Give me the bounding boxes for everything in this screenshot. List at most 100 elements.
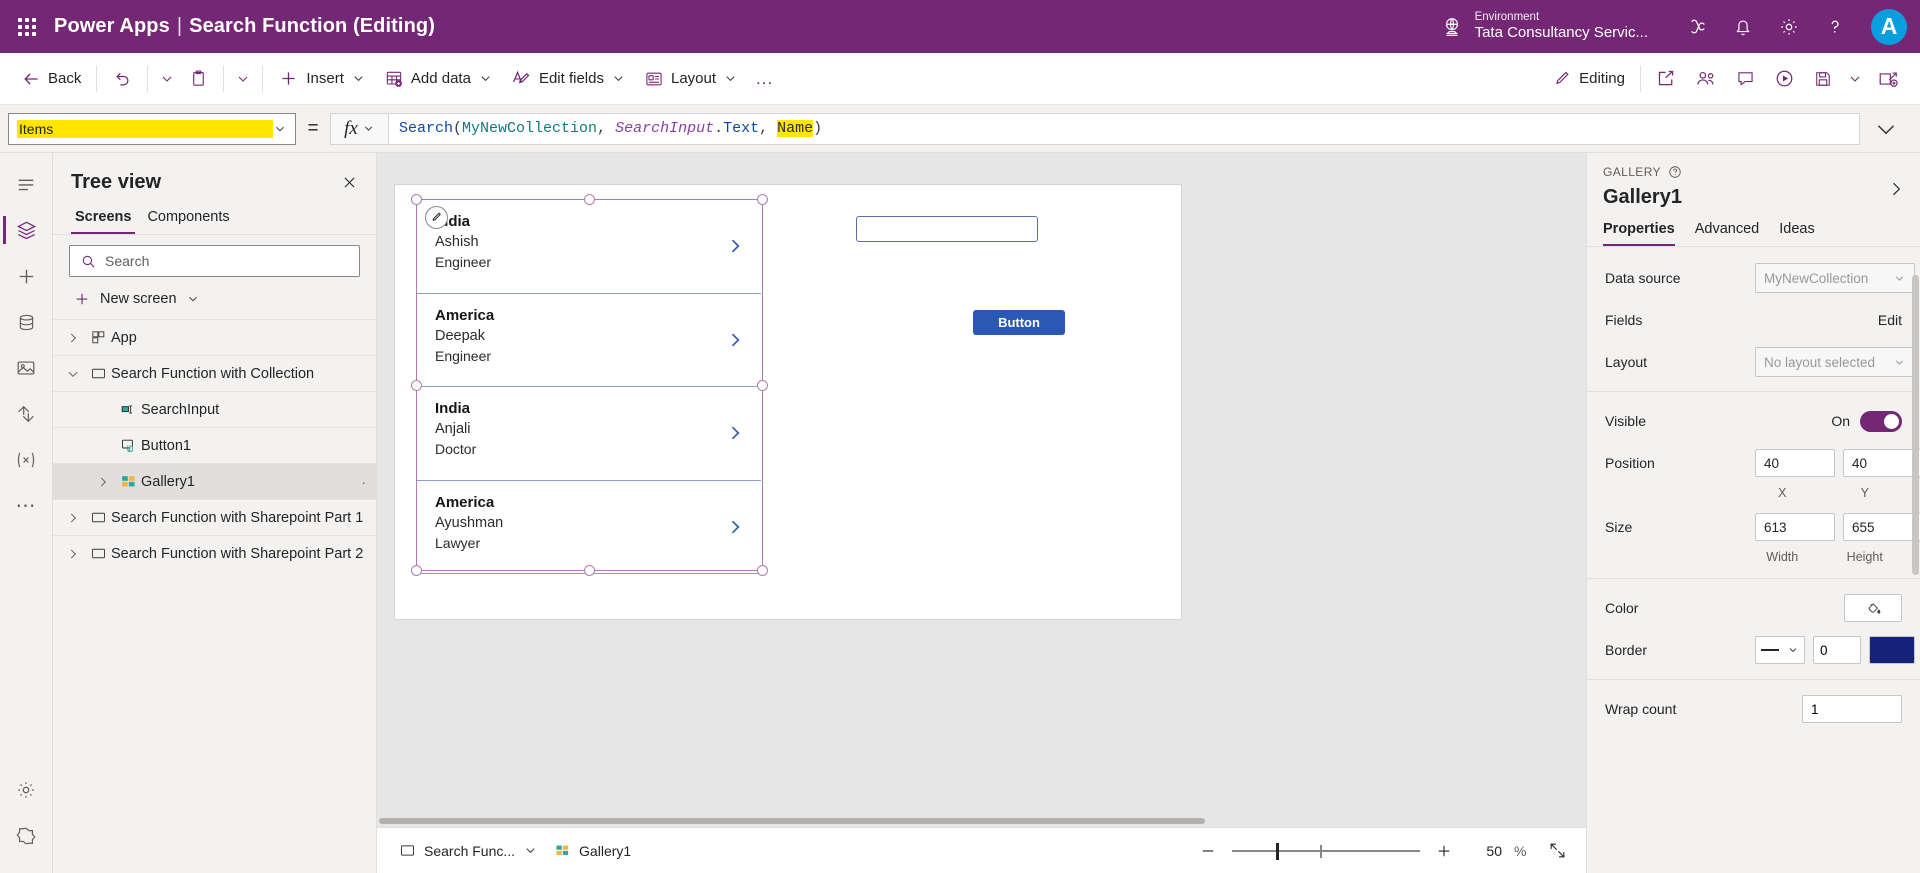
resize-handle-bottom-center[interactable] (584, 565, 595, 576)
chevron-right-icon[interactable] (725, 330, 745, 355)
help-circle-icon[interactable] (1668, 165, 1682, 179)
editing-mode-button[interactable]: Editing (1543, 61, 1634, 97)
gallery-row[interactable]: India Anjali Doctor (417, 387, 761, 481)
preview-play-button[interactable] (1765, 61, 1804, 97)
insert-button[interactable]: Insert (269, 61, 375, 97)
chevron-right-icon[interactable] (725, 517, 745, 542)
color-picker-button[interactable] (1844, 594, 1902, 622)
position-y-input[interactable]: 40 (1843, 449, 1920, 477)
resize-handle-top-left[interactable] (411, 194, 422, 205)
settings-gear-icon[interactable] (1766, 0, 1812, 53)
more-commands-button[interactable]: ... (747, 61, 782, 97)
tree-item-searchinput[interactable]: SearchInput (53, 391, 376, 427)
border-style-dropdown[interactable] (1755, 636, 1805, 664)
tree-item-overflow-icon[interactable]: · (361, 474, 366, 490)
add-data-button[interactable]: Add data (375, 61, 502, 97)
help-question-icon[interactable] (1812, 0, 1858, 53)
tab-components[interactable]: Components (143, 203, 233, 234)
status-control-breadcrumb[interactable]: Gallery1 (546, 837, 639, 864)
tree-item-search-function-with-collection[interactable]: Search Function with Collection (53, 355, 376, 391)
tab-properties[interactable]: Properties (1603, 221, 1675, 246)
border-color-swatch[interactable] (1869, 636, 1915, 664)
edit-pencil-icon[interactable] (425, 206, 448, 229)
data-source-dropdown[interactable]: MyNewCollection (1755, 263, 1915, 293)
canvas-scroll-thumb[interactable] (379, 818, 1205, 824)
comments-button[interactable] (1726, 61, 1765, 97)
app-launcher-icon[interactable] (0, 17, 54, 36)
zoom-slider[interactable] (1232, 841, 1420, 861)
layout-dropdown[interactable]: No layout selected (1755, 347, 1915, 377)
tree-item-search-function-with-sharepoint-part-1[interactable]: Search Function with Sharepoint Part 1 (53, 499, 376, 535)
properties-collapse-chevron-right-icon[interactable] (1884, 177, 1908, 201)
gallery-row[interactable]: India Ashish Engineer (417, 200, 761, 294)
publish-button[interactable] (1868, 61, 1908, 97)
gallery-row[interactable]: America Ayushman Lawyer (417, 481, 761, 574)
gallery-control[interactable]: India Ashish Engineer America Deepak Engineer… (411, 194, 768, 576)
tree-item-app[interactable]: App (53, 319, 376, 355)
zoom-in-button[interactable] (1432, 839, 1456, 863)
paste-chevron-down-icon[interactable] (230, 61, 256, 97)
variables-x-icon[interactable] (3, 437, 49, 483)
resize-handle-middle-left[interactable] (411, 380, 422, 391)
tab-advanced[interactable]: Advanced (1695, 221, 1760, 246)
canvas-button-control[interactable]: Button (973, 310, 1065, 335)
insert-plus-icon[interactable] (3, 253, 49, 299)
gallery-row[interactable]: America Deepak Engineer (417, 294, 761, 387)
border-thickness-input[interactable]: 0 (1813, 636, 1861, 664)
properties-scrollbar[interactable] (1912, 275, 1919, 795)
properties-scroll-thumb[interactable] (1912, 275, 1919, 575)
size-width-input[interactable]: 613 (1755, 513, 1835, 541)
chevron-right-icon[interactable] (61, 547, 85, 561)
canvas-horizontal-scrollbar[interactable] (377, 815, 1586, 827)
search-input[interactable]: Search (69, 245, 360, 277)
chevron-down-icon[interactable] (61, 367, 85, 381)
tree-item-search-function-with-sharepoint-part-2[interactable]: Search Function with Sharepoint Part 2 (53, 535, 376, 571)
fit-to-screen-icon[interactable] (1542, 837, 1572, 865)
fx-button[interactable]: fx (330, 112, 388, 145)
formula-input[interactable]: Search(MyNewCollection, SearchInput.Text… (388, 112, 1860, 145)
resize-handle-bottom-right[interactable] (757, 565, 768, 576)
property-select[interactable]: Items (8, 112, 296, 145)
media-icon[interactable] (3, 345, 49, 391)
undo-chevron-down-icon[interactable] (154, 61, 180, 97)
new-screen-button[interactable]: New screen (53, 281, 376, 319)
tree-view-layers-icon[interactable] (3, 207, 49, 253)
size-height-input[interactable]: 655 (1843, 513, 1920, 541)
avatar[interactable]: A (1858, 0, 1920, 53)
save-button[interactable] (1804, 61, 1842, 97)
copilot-icon[interactable] (1674, 0, 1720, 53)
tab-ideas[interactable]: Ideas (1779, 221, 1814, 246)
edit-fields-button[interactable]: Edit fields (502, 61, 635, 97)
co-authoring-button[interactable] (1686, 61, 1726, 97)
tree-item-button1[interactable]: Button1 (53, 427, 376, 463)
power-automate-icon[interactable] (3, 391, 49, 437)
undo-button[interactable] (103, 61, 141, 97)
chevron-right-icon[interactable] (725, 236, 745, 261)
chevron-right-icon[interactable] (725, 423, 745, 448)
environment-selector[interactable]: Environment Tata Consultancy Servic... (1439, 10, 1648, 43)
paste-button[interactable] (180, 61, 217, 97)
notifications-bell-icon[interactable] (1720, 0, 1766, 53)
tree-item-gallery1[interactable]: Gallery1 · (53, 463, 376, 499)
settings-gear-icon[interactable] (3, 767, 49, 813)
search-text-input-control[interactable] (856, 216, 1038, 242)
zoom-out-button[interactable] (1196, 839, 1220, 863)
close-icon[interactable] (336, 169, 362, 195)
back-button[interactable]: Back (12, 61, 90, 97)
wrap-count-input[interactable]: 1 (1802, 695, 1902, 723)
tab-screens[interactable]: Screens (71, 203, 136, 234)
chevron-right-icon[interactable] (61, 511, 85, 525)
save-chevron-down-icon[interactable] (1842, 61, 1868, 97)
position-x-input[interactable]: 40 (1755, 449, 1835, 477)
status-screen-selector[interactable]: Search Func... (391, 837, 546, 864)
resize-handle-top-right[interactable] (757, 194, 768, 205)
zoom-slider-thumb[interactable] (1276, 842, 1279, 860)
extensions-icon[interactable] (3, 813, 49, 859)
resize-handle-middle-right[interactable] (757, 380, 768, 391)
resize-handle-top-center[interactable] (584, 194, 595, 205)
more-ellipsis-icon[interactable]: ⋯ (3, 483, 49, 529)
chevron-right-icon[interactable] (61, 331, 85, 345)
layout-button[interactable]: Layout (635, 61, 747, 97)
share-button[interactable] (1647, 61, 1686, 97)
app-screen[interactable]: India Ashish Engineer America Deepak Engineer… (395, 185, 1181, 619)
